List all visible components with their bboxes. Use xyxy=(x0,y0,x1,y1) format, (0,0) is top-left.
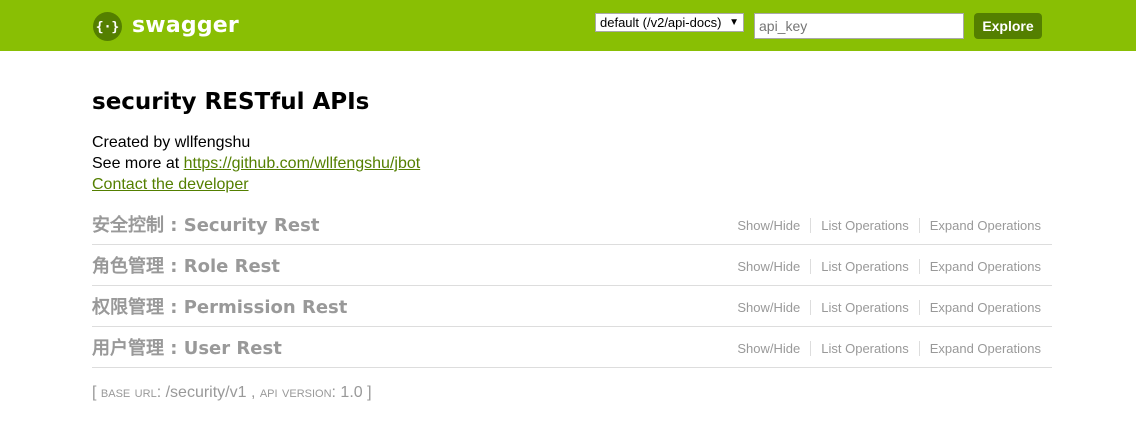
expand-operations-link[interactable]: Expand Operations xyxy=(930,218,1041,233)
footer-open: [ xyxy=(92,384,101,401)
see-more-prefix: See more at xyxy=(92,155,184,172)
divider xyxy=(918,341,920,356)
resource-title[interactable]: 安全控制 : Security Rest xyxy=(92,211,319,237)
show-hide-link[interactable]: Show/Hide xyxy=(737,259,800,274)
api-footer: [ base url: /security/v1 , api version: … xyxy=(92,384,372,402)
divider xyxy=(810,341,812,356)
resource-list: 安全控制 : Security Rest Show/Hide List Oper… xyxy=(92,204,1052,368)
resource-operations: Show/Hide List Operations Expand Operati… xyxy=(737,259,1041,274)
resource-row: 角色管理 : Role Rest Show/Hide List Operatio… xyxy=(92,245,1052,286)
swagger-logo[interactable]: {·} swagger xyxy=(93,11,239,41)
header-bar: {·} swagger default (/v2/api-docs) ▼ api… xyxy=(0,0,1136,51)
see-more-link[interactable]: https://github.com/wllfengshu/jbot xyxy=(184,155,421,172)
list-operations-link[interactable]: List Operations xyxy=(821,218,908,233)
resource-row: 用户管理 : User Rest Show/Hide List Operatio… xyxy=(92,327,1052,368)
contact-developer-link[interactable]: Contact the developer xyxy=(92,175,249,195)
list-operations-link[interactable]: List Operations xyxy=(821,341,908,356)
list-operations-link[interactable]: List Operations xyxy=(821,259,908,274)
resource-title[interactable]: 角色管理 : Role Rest xyxy=(92,252,280,278)
explore-button[interactable]: Explore xyxy=(974,13,1042,39)
page-title: security RESTful APIs xyxy=(92,89,370,115)
show-hide-link[interactable]: Show/Hide xyxy=(737,218,800,233)
divider xyxy=(918,300,920,315)
expand-operations-link[interactable]: Expand Operations xyxy=(930,300,1041,315)
spec-select[interactable]: default (/v2/api-docs) ▼ xyxy=(595,13,744,32)
list-operations-link[interactable]: List Operations xyxy=(821,300,908,315)
resource-operations: Show/Hide List Operations Expand Operati… xyxy=(737,218,1041,233)
resource-title[interactable]: 用户管理 : User Rest xyxy=(92,334,282,360)
expand-operations-link[interactable]: Expand Operations xyxy=(930,341,1041,356)
resource-operations: Show/Hide List Operations Expand Operati… xyxy=(737,300,1041,315)
api-version-label: api version xyxy=(259,384,332,401)
divider xyxy=(810,218,812,233)
logo-text: swagger xyxy=(132,13,239,38)
expand-operations-link[interactable]: Expand Operations xyxy=(930,259,1041,274)
see-more: See more at https://github.com/wllfengsh… xyxy=(92,154,420,174)
base-url-label: base url xyxy=(100,384,157,401)
resource-row: 安全控制 : Security Rest Show/Hide List Oper… xyxy=(92,204,1052,245)
spec-select-value: default (/v2/api-docs) xyxy=(600,15,722,30)
svg-text:{·}: {·} xyxy=(96,20,119,35)
divider xyxy=(918,218,920,233)
show-hide-link[interactable]: Show/Hide xyxy=(737,300,800,315)
swagger-logo-icon: {·} xyxy=(93,11,122,41)
base-url-value: : /security/v1 , xyxy=(156,384,260,401)
api-version-value: : 1.0 ] xyxy=(331,384,372,401)
divider xyxy=(918,259,920,274)
show-hide-link[interactable]: Show/Hide xyxy=(737,341,800,356)
dropdown-arrow-icon: ▼ xyxy=(729,17,739,28)
divider xyxy=(810,300,812,315)
resource-title[interactable]: 权限管理 : Permission Rest xyxy=(92,293,347,319)
api-key-input[interactable]: api_key xyxy=(754,13,964,39)
divider xyxy=(810,259,812,274)
resource-row: 权限管理 : Permission Rest Show/Hide List Op… xyxy=(92,286,1052,327)
created-by: Created by wllfengshu xyxy=(92,134,251,151)
resource-operations: Show/Hide List Operations Expand Operati… xyxy=(737,341,1041,356)
